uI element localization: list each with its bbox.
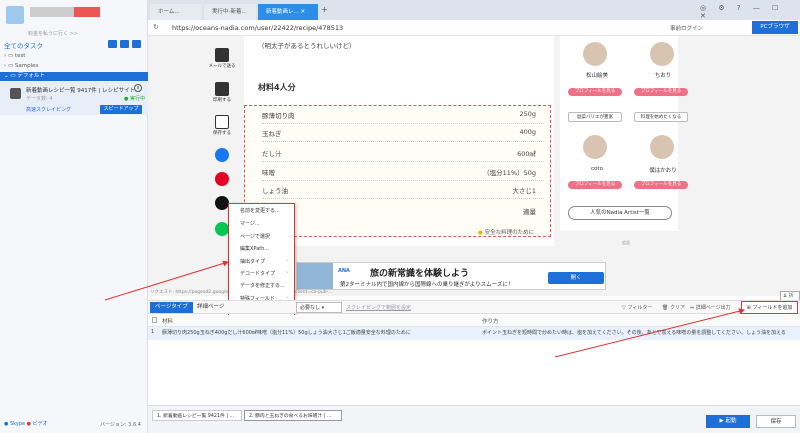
arrow-to-menu [104,260,229,301]
annotation-arrows [104,260,745,358]
arrow-to-add-field [554,308,745,358]
